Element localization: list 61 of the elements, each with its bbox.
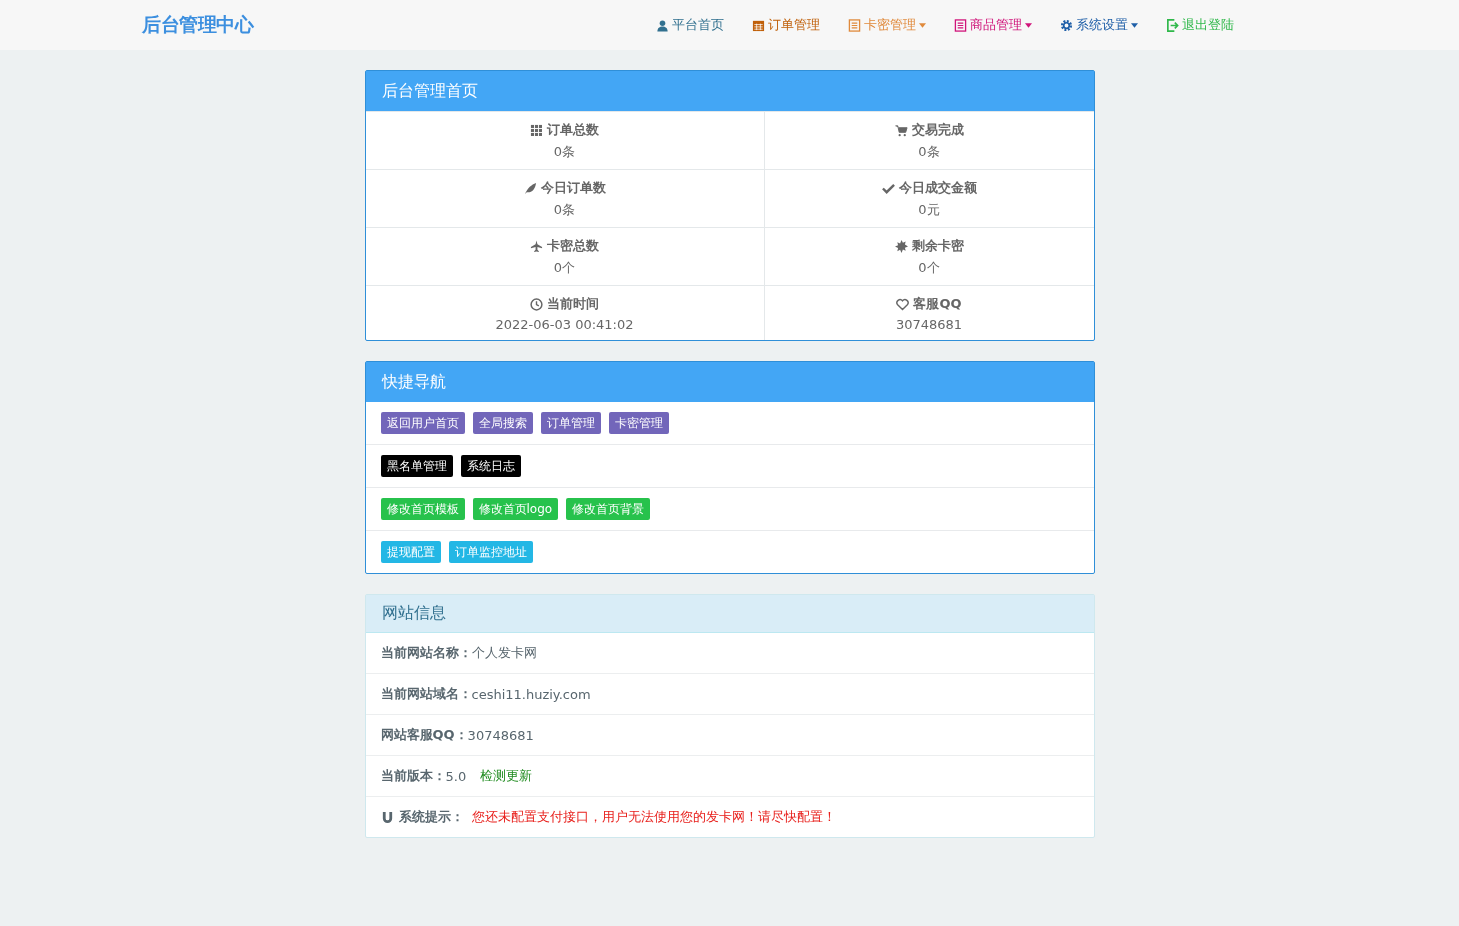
stat-value: 0条 bbox=[553, 143, 576, 161]
info-value: 个人发卡网 bbox=[471, 644, 537, 662]
stat-label: 客服QQ bbox=[913, 295, 962, 313]
star-burst-icon bbox=[894, 239, 908, 253]
quick-link-button[interactable]: 黑名单管理 bbox=[380, 455, 453, 477]
info-value: 30748681 bbox=[467, 727, 534, 743]
quick-link-button[interactable]: 返回用户首页 bbox=[380, 412, 465, 434]
caret-icon bbox=[919, 22, 926, 28]
nav-link[interactable]: 商品管理 bbox=[940, 16, 1046, 34]
check-icon bbox=[881, 181, 895, 195]
info-label: 当前网站域名： bbox=[380, 685, 472, 703]
cart-icon bbox=[894, 123, 908, 137]
warning-message: 您还未配置支付接口，用户无法使用您的发卡网！请尽快配置！ bbox=[471, 808, 836, 826]
stat-value: 0个 bbox=[918, 259, 940, 277]
caret-icon bbox=[1025, 22, 1032, 28]
nav-link[interactable]: 退出登陆 bbox=[1152, 16, 1248, 34]
quick-link-button[interactable]: 系统日志 bbox=[460, 455, 521, 477]
info-value: ceshi11.huziy.com bbox=[471, 686, 591, 702]
quick-link-button[interactable]: 订单管理 bbox=[540, 412, 601, 434]
stat-label: 卡密总数 bbox=[547, 237, 599, 255]
quick-link-button[interactable]: 卡密管理 bbox=[608, 412, 669, 434]
info-label: 当前网站名称： bbox=[380, 644, 472, 662]
info-label: 当前版本： bbox=[380, 767, 446, 785]
stat-label: 今日成交金额 bbox=[898, 179, 977, 197]
info-label: 系统提示： bbox=[398, 808, 464, 826]
list-icon bbox=[848, 18, 861, 32]
leaf-icon bbox=[523, 181, 537, 195]
stat-value: 30748681 bbox=[895, 317, 963, 332]
stat-label: 今日订单数 bbox=[540, 179, 606, 197]
panel-title: 快捷导航 bbox=[365, 362, 1094, 402]
info-value: 5.0 bbox=[445, 768, 467, 784]
stat-value: 2022-06-03 00:41:02 bbox=[495, 317, 634, 332]
nav-link[interactable]: 订单管理 bbox=[738, 16, 834, 34]
grid-icon bbox=[530, 123, 543, 137]
caret-icon bbox=[1131, 22, 1138, 28]
magnet-icon bbox=[380, 810, 394, 824]
stat-value: 0元 bbox=[918, 201, 940, 219]
nav-link[interactable]: 系统设置 bbox=[1046, 16, 1152, 34]
quick-link-button[interactable]: 全局搜索 bbox=[472, 412, 533, 434]
exit-icon bbox=[1166, 18, 1179, 32]
stat-label: 交易完成 bbox=[911, 121, 964, 139]
list-icon bbox=[954, 18, 967, 32]
user-icon bbox=[656, 18, 669, 32]
gear-icon bbox=[1060, 18, 1073, 32]
stat-value: 0条 bbox=[918, 143, 940, 161]
heart-icon bbox=[896, 297, 910, 311]
stat-label: 剩余卡密 bbox=[911, 237, 964, 255]
stat-label: 当前时间 bbox=[547, 295, 599, 313]
stat-value: 0条 bbox=[553, 201, 576, 219]
calendar-icon bbox=[752, 18, 765, 32]
stat-label: 订单总数 bbox=[547, 121, 599, 139]
info-label: 网站客服QQ： bbox=[380, 726, 468, 744]
nav-link[interactable]: 卡密管理 bbox=[834, 16, 940, 34]
stat-value: 0个 bbox=[553, 259, 576, 277]
clock-icon bbox=[530, 297, 543, 311]
plane-icon bbox=[530, 239, 543, 253]
check-update-link[interactable]: 检测更新 bbox=[480, 767, 533, 785]
site-title[interactable]: 后台管理中心 bbox=[142, 12, 253, 38]
panel-title: 网站信息 bbox=[365, 595, 1094, 633]
panel-title: 后台管理首页 bbox=[365, 71, 1094, 111]
nav-link[interactable]: 平台首页 bbox=[642, 16, 738, 34]
